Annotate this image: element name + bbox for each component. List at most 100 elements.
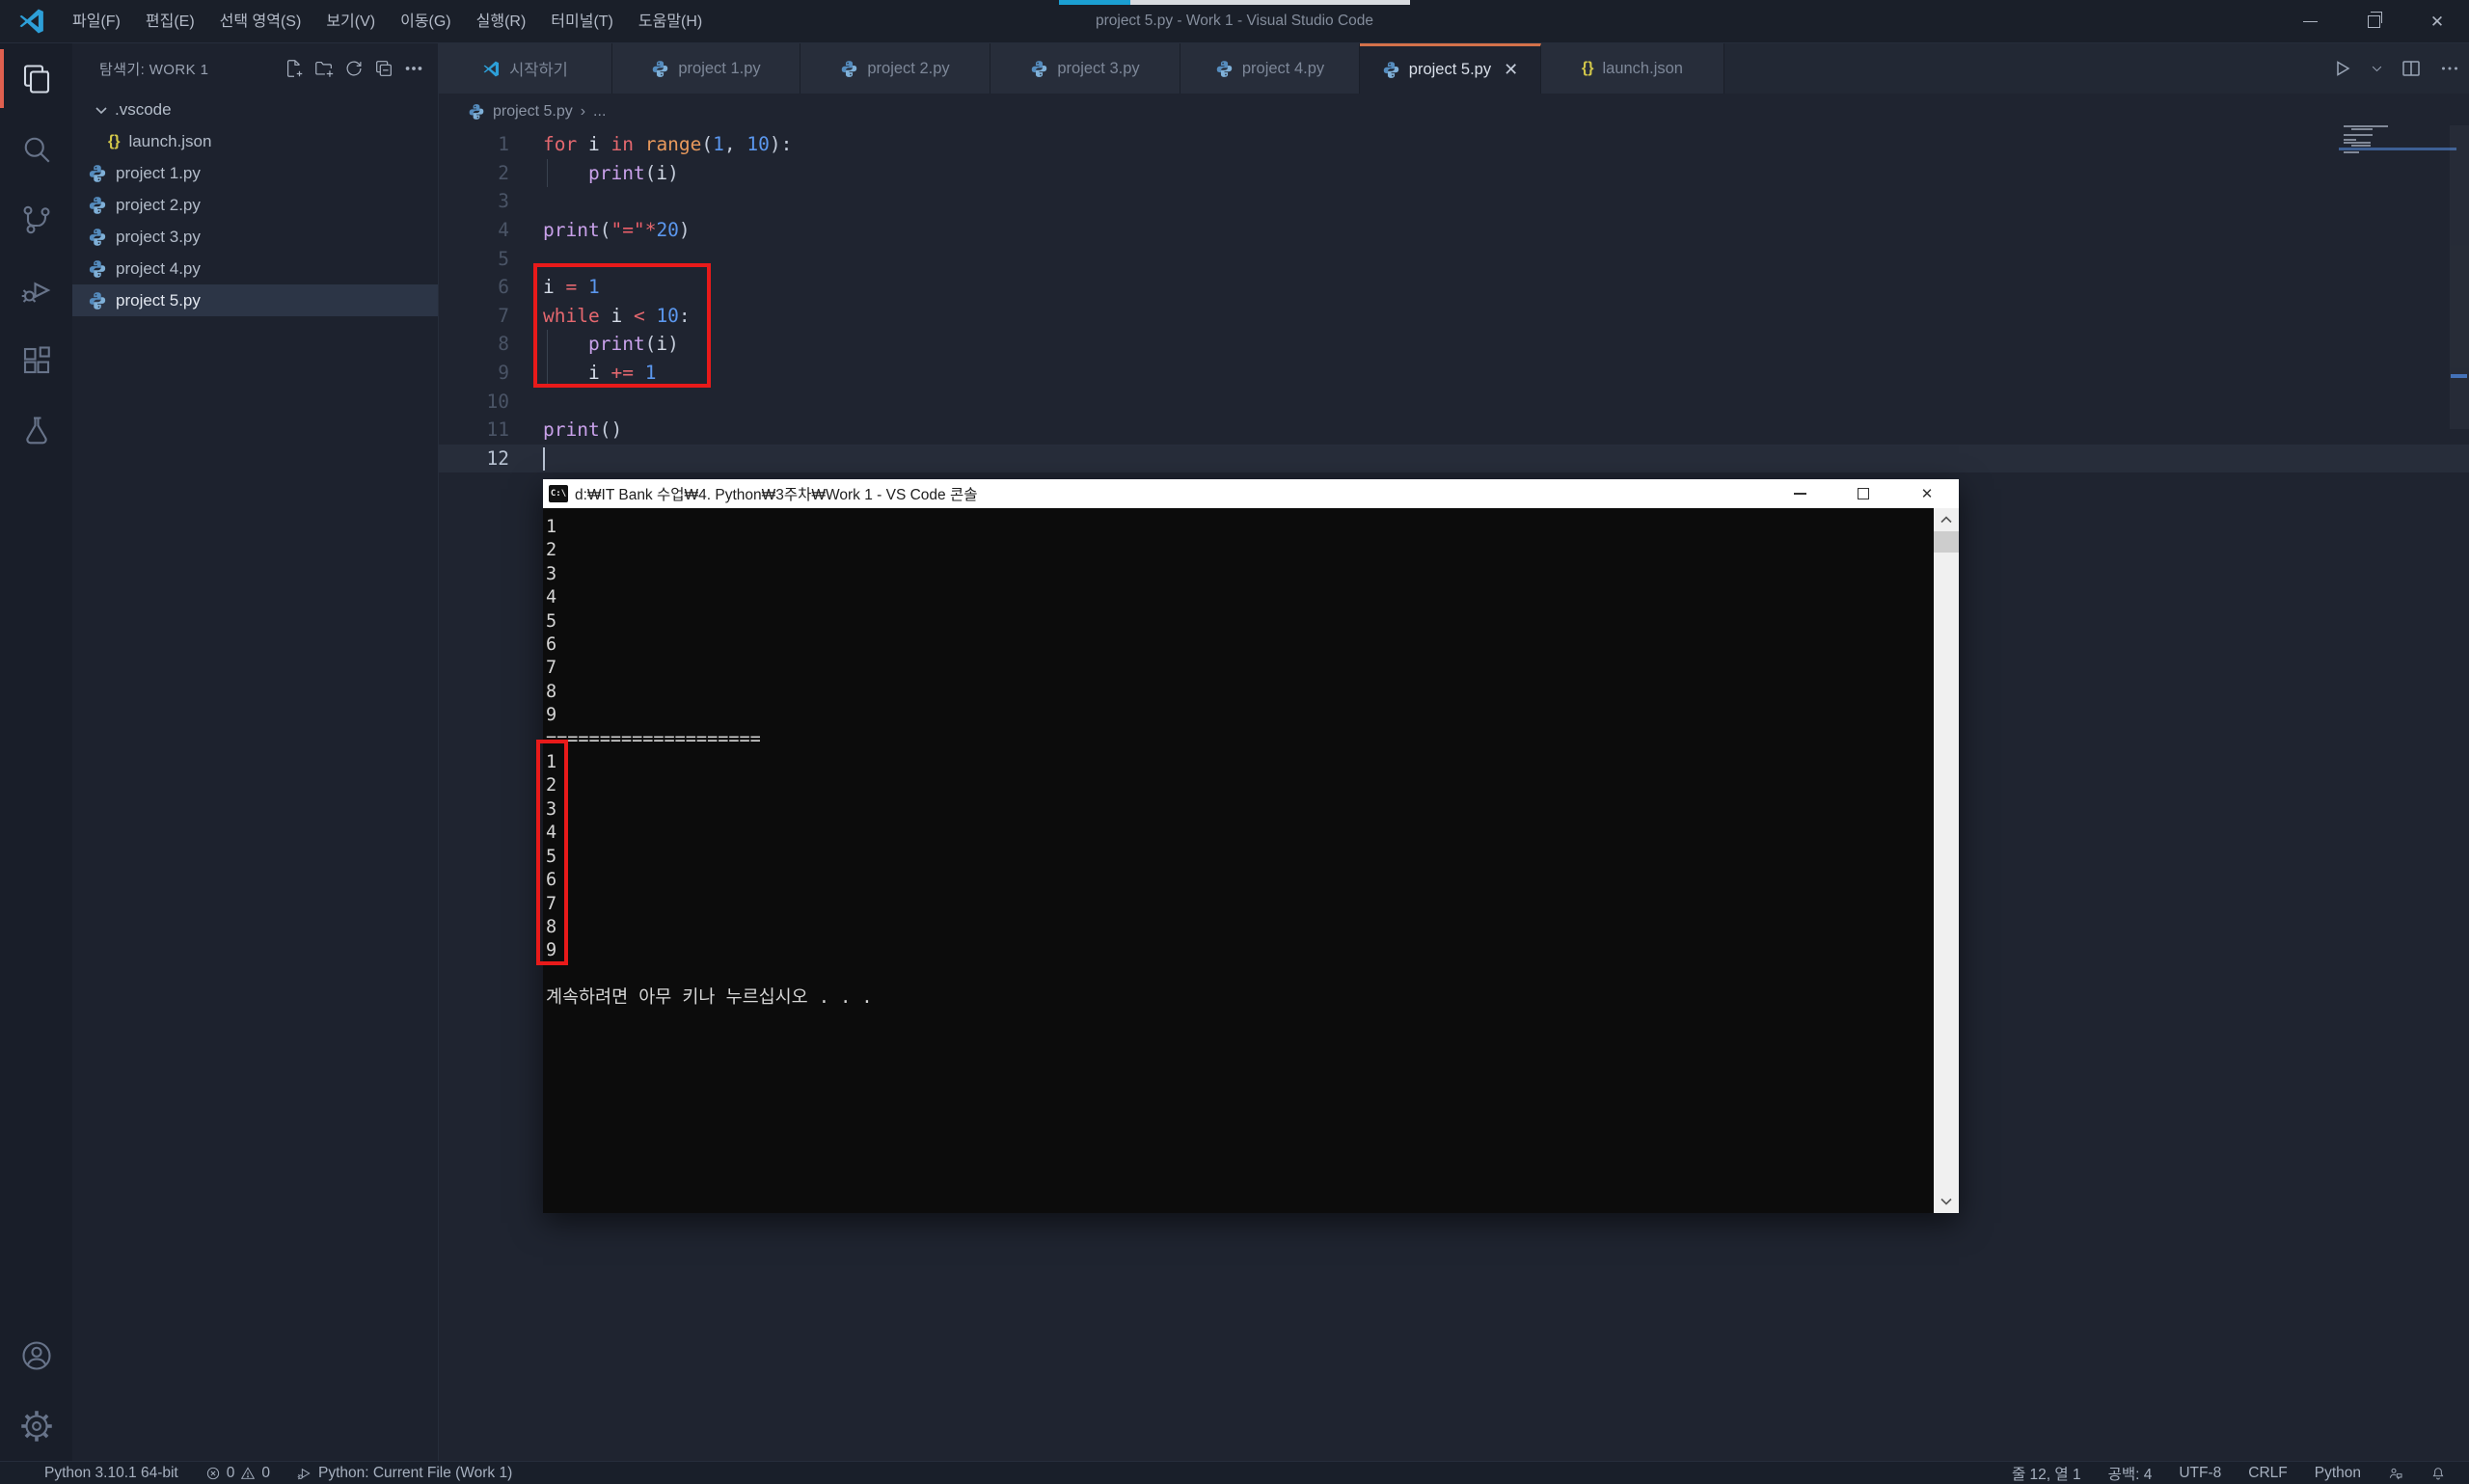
status-language[interactable]: Python: [2301, 1462, 2374, 1484]
minimap-slider[interactable]: [2450, 125, 2469, 429]
code-line[interactable]: 7while i < 10:: [439, 302, 2469, 331]
tree-item-launch-json[interactable]: {} launch.json: [72, 125, 438, 157]
tab-project-2[interactable]: project 2.py: [800, 43, 990, 94]
tree-item-project-5[interactable]: project 5.py: [72, 284, 438, 316]
console-minimize-button[interactable]: [1768, 479, 1831, 508]
close-button[interactable]: ✕: [2405, 0, 2469, 43]
code-line[interactable]: 11print(): [439, 416, 2469, 445]
console-close-button[interactable]: ✕: [1895, 479, 1959, 508]
more-actions-icon[interactable]: [403, 58, 424, 79]
menu-edit[interactable]: 편집(E): [133, 0, 207, 43]
tree-item-project-2[interactable]: project 2.py: [72, 189, 438, 221]
split-editor-icon[interactable]: [2400, 57, 2423, 80]
new-folder-icon[interactable]: [313, 58, 335, 79]
breadcrumb-more[interactable]: ...: [593, 103, 606, 121]
tab-label: 시작하기: [509, 57, 568, 80]
console-scrollbar[interactable]: [1934, 508, 1959, 1213]
menu-view[interactable]: 보기(V): [313, 0, 388, 43]
source-control-icon[interactable]: [0, 184, 72, 255]
tree-item-vscode-folder[interactable]: .vscode: [72, 94, 438, 125]
code-line[interactable]: 1 for i in range(1, 10):: [439, 130, 2469, 159]
annotation-box-console: [536, 740, 568, 965]
restore-button[interactable]: [2342, 0, 2405, 43]
code-lines[interactable]: 1 for i in range(1, 10):2 print(i)3 4print…: [439, 130, 2469, 472]
refresh-icon[interactable]: [343, 58, 365, 79]
tab-project-4[interactable]: project 4.py: [1180, 43, 1360, 94]
minimize-button[interactable]: [2278, 0, 2342, 43]
scroll-up-icon[interactable]: [1934, 508, 1959, 531]
run-debug-icon[interactable]: [0, 255, 72, 325]
console-output: 123456789====================123456789 계…: [546, 516, 1959, 1011]
python-file-icon: [88, 259, 107, 279]
tab-label: launch.json: [1602, 60, 1682, 78]
search-icon[interactable]: [0, 114, 72, 184]
explorer-icon[interactable]: [0, 43, 72, 114]
status-problems[interactable]: 0 0: [192, 1462, 284, 1484]
python-file-icon: [88, 196, 107, 215]
status-encoding[interactable]: UTF-8: [2165, 1462, 2235, 1484]
activity-bar: [0, 43, 72, 1461]
vscode-logo-icon: [482, 60, 501, 78]
error-icon: [205, 1466, 221, 1481]
feedback-icon[interactable]: [2374, 1462, 2417, 1484]
menu-help[interactable]: 도움말(H): [626, 0, 715, 43]
code-line[interactable]: 2 print(i): [439, 159, 2469, 188]
tab-project-1[interactable]: project 1.py: [612, 43, 800, 94]
tab-project-5-active[interactable]: project 5.py ✕: [1360, 43, 1541, 94]
python-file-icon: [468, 103, 485, 121]
tree-item-project-1[interactable]: project 1.py: [72, 157, 438, 189]
extensions-icon[interactable]: [0, 325, 72, 395]
editor-actions: [2331, 43, 2461, 94]
testing-icon[interactable]: [0, 395, 72, 466]
menu-run[interactable]: 실행(R): [464, 0, 539, 43]
scroll-down-icon[interactable]: [1934, 1190, 1959, 1213]
explorer-header-title: 탐색기: WORK 1: [99, 59, 208, 79]
new-file-icon[interactable]: [284, 58, 305, 79]
code-line[interactable]: 9 i += 1: [439, 359, 2469, 388]
code-line[interactable]: 10: [439, 387, 2469, 416]
code-line[interactable]: 6i = 1: [439, 273, 2469, 302]
tab-launch-json[interactable]: {} launch.json: [1541, 43, 1724, 94]
settings-gear-icon[interactable]: [0, 1390, 72, 1461]
console-title-bar[interactable]: C:\ d:₩IT Bank 수업₩4. Python₩3주차₩Work 1 -…: [543, 479, 1959, 508]
breadcrumb-separator-icon: ›: [581, 103, 585, 121]
menu-terminal[interactable]: 터미널(T): [538, 0, 626, 43]
tree-item-project-3[interactable]: project 3.py: [72, 221, 438, 253]
code-line[interactable]: 4print("="*20): [439, 216, 2469, 245]
scrollbar-thumb[interactable]: [1934, 531, 1959, 553]
breadcrumb[interactable]: project 5.py › ...: [439, 94, 2469, 130]
tab-project-3[interactable]: project 3.py: [990, 43, 1180, 94]
menu-file[interactable]: 파일(F): [60, 0, 133, 43]
line-number: 3: [439, 190, 509, 212]
status-cursor-position[interactable]: 줄 12, 열 1: [1998, 1462, 2095, 1484]
run-file-icon[interactable]: [2331, 57, 2354, 80]
code-line[interactable]: 5: [439, 244, 2469, 273]
breadcrumb-file[interactable]: project 5.py: [493, 103, 573, 121]
code-line[interactable]: 3: [439, 187, 2469, 216]
tree-item-project-4[interactable]: project 4.py: [72, 253, 438, 284]
more-actions-icon[interactable]: [2438, 57, 2461, 80]
menu-selection[interactable]: 선택 영역(S): [207, 0, 314, 43]
line-number: 1: [439, 133, 509, 155]
console-line: 6: [546, 869, 1959, 892]
tab-label: project 3.py: [1057, 60, 1139, 78]
code-line[interactable]: 8 print(i): [439, 330, 2469, 359]
status-indentation[interactable]: 공백: 4: [2095, 1462, 2166, 1484]
console-line: 1: [546, 516, 1959, 539]
code-text: for i in range(1, 10):: [543, 130, 792, 159]
status-debug-config[interactable]: Python: Current File (Work 1): [284, 1462, 526, 1484]
status-python-version[interactable]: Python 3.10.1 64-bit: [0, 1462, 192, 1484]
console-maximize-button[interactable]: [1831, 479, 1895, 508]
code-line[interactable]: 12: [439, 445, 2469, 473]
console-line: 3: [546, 798, 1959, 822]
line-number: 11: [439, 418, 509, 441]
collapse-folders-icon[interactable]: [373, 58, 394, 79]
status-eol[interactable]: CRLF: [2235, 1462, 2300, 1484]
menu-go[interactable]: 이동(G): [388, 0, 464, 43]
tree-label: project 3.py: [116, 228, 201, 247]
bell-icon[interactable]: [2417, 1462, 2459, 1484]
tab-close-icon[interactable]: ✕: [1504, 60, 1518, 80]
run-dropdown-chevron-icon[interactable]: [2370, 57, 2384, 80]
account-icon[interactable]: [0, 1320, 72, 1390]
tab-getting-started[interactable]: 시작하기: [439, 43, 612, 94]
